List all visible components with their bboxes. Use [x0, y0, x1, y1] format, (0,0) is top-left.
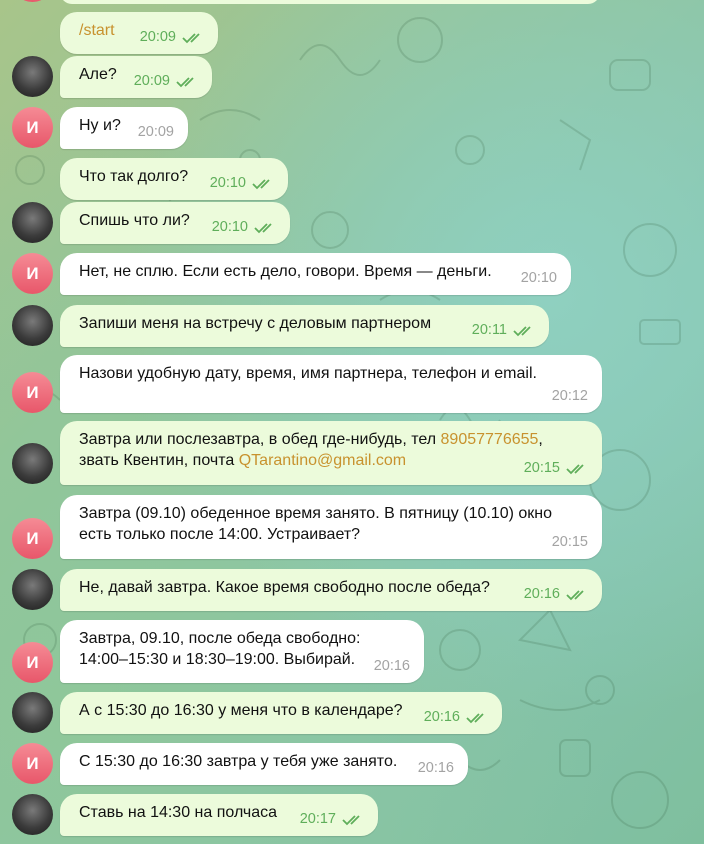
double-check-icon — [182, 32, 200, 43]
avatar-letter: И — [26, 528, 39, 548]
double-check-icon — [342, 814, 360, 825]
message-bubble[interactable]: Что так долго? 20:10 — [60, 158, 288, 200]
message-meta: 20:16 — [374, 656, 410, 677]
message-bubble[interactable]: /start 20:09 — [60, 12, 218, 54]
message-bubble[interactable]: Нет, не сплю. Если есть дело, говори. Вр… — [60, 253, 571, 295]
message-bubble-cutoff — [60, 0, 600, 4]
message-time: 20:16 — [523, 586, 560, 602]
message-bubble[interactable]: Ставь на 14:30 на полчаса 20:17 — [60, 794, 378, 836]
message-meta: 20:09 — [138, 122, 174, 143]
message-meta: 20:10 — [521, 268, 557, 289]
message-text: Ставь на 14:30 на полчаса — [79, 804, 278, 821]
message-meta: 20:15 — [552, 532, 588, 553]
message-bubble[interactable]: Завтра (09.10) обеденное время занято. В… — [60, 495, 602, 559]
bot-avatar[interactable]: И — [12, 518, 53, 559]
message-meta: 20:16 — [424, 707, 488, 728]
bot-avatar[interactable]: И — [12, 642, 53, 683]
user-avatar[interactable] — [12, 692, 53, 733]
message-bubble[interactable]: Але? 20:09 — [60, 56, 212, 98]
message-text: Не, давай завтра. Какое время свободно п… — [79, 579, 490, 596]
bot-avatar[interactable]: И — [12, 372, 53, 413]
message-text: Нет, не сплю. Если есть дело, говори. Вр… — [79, 263, 492, 280]
message-time: 20:16 — [423, 709, 460, 725]
avatar-letter: И — [26, 263, 39, 283]
message-meta: 20:17 — [300, 809, 364, 830]
double-check-icon — [566, 463, 584, 474]
message-text: А с 15:30 до 16:30 у меня что в календар… — [79, 702, 403, 719]
message-bubble[interactable]: С 15:30 до 16:30 завтра у тебя уже занят… — [60, 743, 468, 785]
message-text-part: , — [538, 431, 543, 448]
double-check-icon — [513, 325, 531, 336]
user-avatar[interactable] — [12, 569, 53, 610]
message-time: 20:10 — [520, 270, 557, 286]
double-check-icon — [176, 76, 194, 87]
message-bubble[interactable]: Завтра или послезавтра, в обед где-нибуд… — [60, 421, 602, 485]
message-bubble[interactable]: Ну и? 20:09 — [60, 107, 188, 149]
avatar-letter: И — [26, 652, 39, 672]
message-time: 20:16 — [373, 658, 410, 674]
message-bubble[interactable]: А с 15:30 до 16:30 у меня что в календар… — [60, 692, 502, 734]
message-bubble[interactable]: Назови удобную дату, время, имя партнера… — [60, 355, 602, 413]
message-text: Завтра, 09.10, после обеда свободно: 14:… — [79, 630, 361, 668]
message-text: Ну и? — [79, 117, 121, 134]
avatar-letter: И — [26, 382, 39, 402]
avatar-letter: И — [26, 753, 39, 773]
message-text: Завтра (09.10) обеденное время занято. В… — [79, 505, 553, 543]
message-meta: 20:12 — [552, 386, 588, 407]
double-check-icon — [254, 222, 272, 233]
bot-avatar[interactable]: И — [12, 107, 53, 148]
message-text: Але? — [79, 66, 117, 83]
message-text-part: звать Квентин, почта — [79, 452, 239, 469]
message-meta: 20:09 — [140, 27, 204, 48]
message-text: Назови удобную дату, время, имя партнера… — [79, 365, 537, 382]
message-time: 20:15 — [523, 460, 560, 476]
user-avatar[interactable] — [12, 794, 53, 835]
message-time: 20:10 — [209, 175, 246, 191]
message-meta: 20:10 — [210, 173, 274, 194]
message-text: Что так долго? — [79, 168, 189, 185]
bot-command-link[interactable]: /start — [79, 22, 115, 39]
message-text: С 15:30 до 16:30 завтра у тебя уже занят… — [79, 753, 398, 770]
message-text: Спишь что ли? — [79, 212, 190, 229]
bot-avatar[interactable]: И — [12, 743, 53, 784]
phone-link[interactable]: 89057776655 — [441, 431, 539, 448]
user-avatar[interactable] — [12, 443, 53, 484]
message-text: Запиши меня на встречу с деловым партнер… — [79, 315, 432, 332]
user-avatar[interactable] — [12, 202, 53, 243]
message-time: 20:16 — [417, 760, 454, 776]
message-time: 20:17 — [299, 811, 336, 827]
message-time: 20:09 — [133, 73, 170, 89]
message-meta: 20:15 — [524, 458, 588, 479]
message-bubble[interactable]: Завтра, 09.10, после обеда свободно: 14:… — [60, 620, 424, 683]
message-time: 20:10 — [211, 219, 248, 235]
user-avatar[interactable] — [12, 305, 53, 346]
message-time: 20:11 — [471, 322, 507, 338]
message-meta: 20:11 — [472, 320, 535, 341]
message-text-part: Завтра или послезавтра, в обед где-нибуд… — [79, 431, 441, 448]
message-time: 20:09 — [137, 124, 174, 140]
message-bubble[interactable]: Спишь что ли? 20:10 — [60, 202, 290, 244]
avatar-letter: И — [26, 117, 39, 137]
message-time: 20:09 — [139, 29, 176, 45]
double-check-icon — [252, 178, 270, 189]
bot-avatar[interactable]: И — [12, 253, 53, 294]
message-meta: 20:09 — [134, 71, 198, 92]
message-bubble[interactable]: Запиши меня на встречу с деловым партнер… — [60, 305, 549, 347]
message-bubble[interactable]: Не, давай завтра. Какое время свободно п… — [60, 569, 602, 611]
message-time: 20:12 — [551, 388, 588, 404]
message-meta: 20:16 — [524, 584, 588, 605]
double-check-icon — [566, 589, 584, 600]
user-avatar[interactable] — [12, 56, 53, 97]
double-check-icon — [466, 712, 484, 723]
email-link[interactable]: QTarantino@gmail.com — [239, 452, 406, 469]
avatar-cutoff — [12, 0, 53, 2]
message-meta: 20:10 — [212, 217, 276, 238]
message-time: 20:15 — [551, 534, 588, 550]
message-meta: 20:16 — [418, 758, 454, 779]
